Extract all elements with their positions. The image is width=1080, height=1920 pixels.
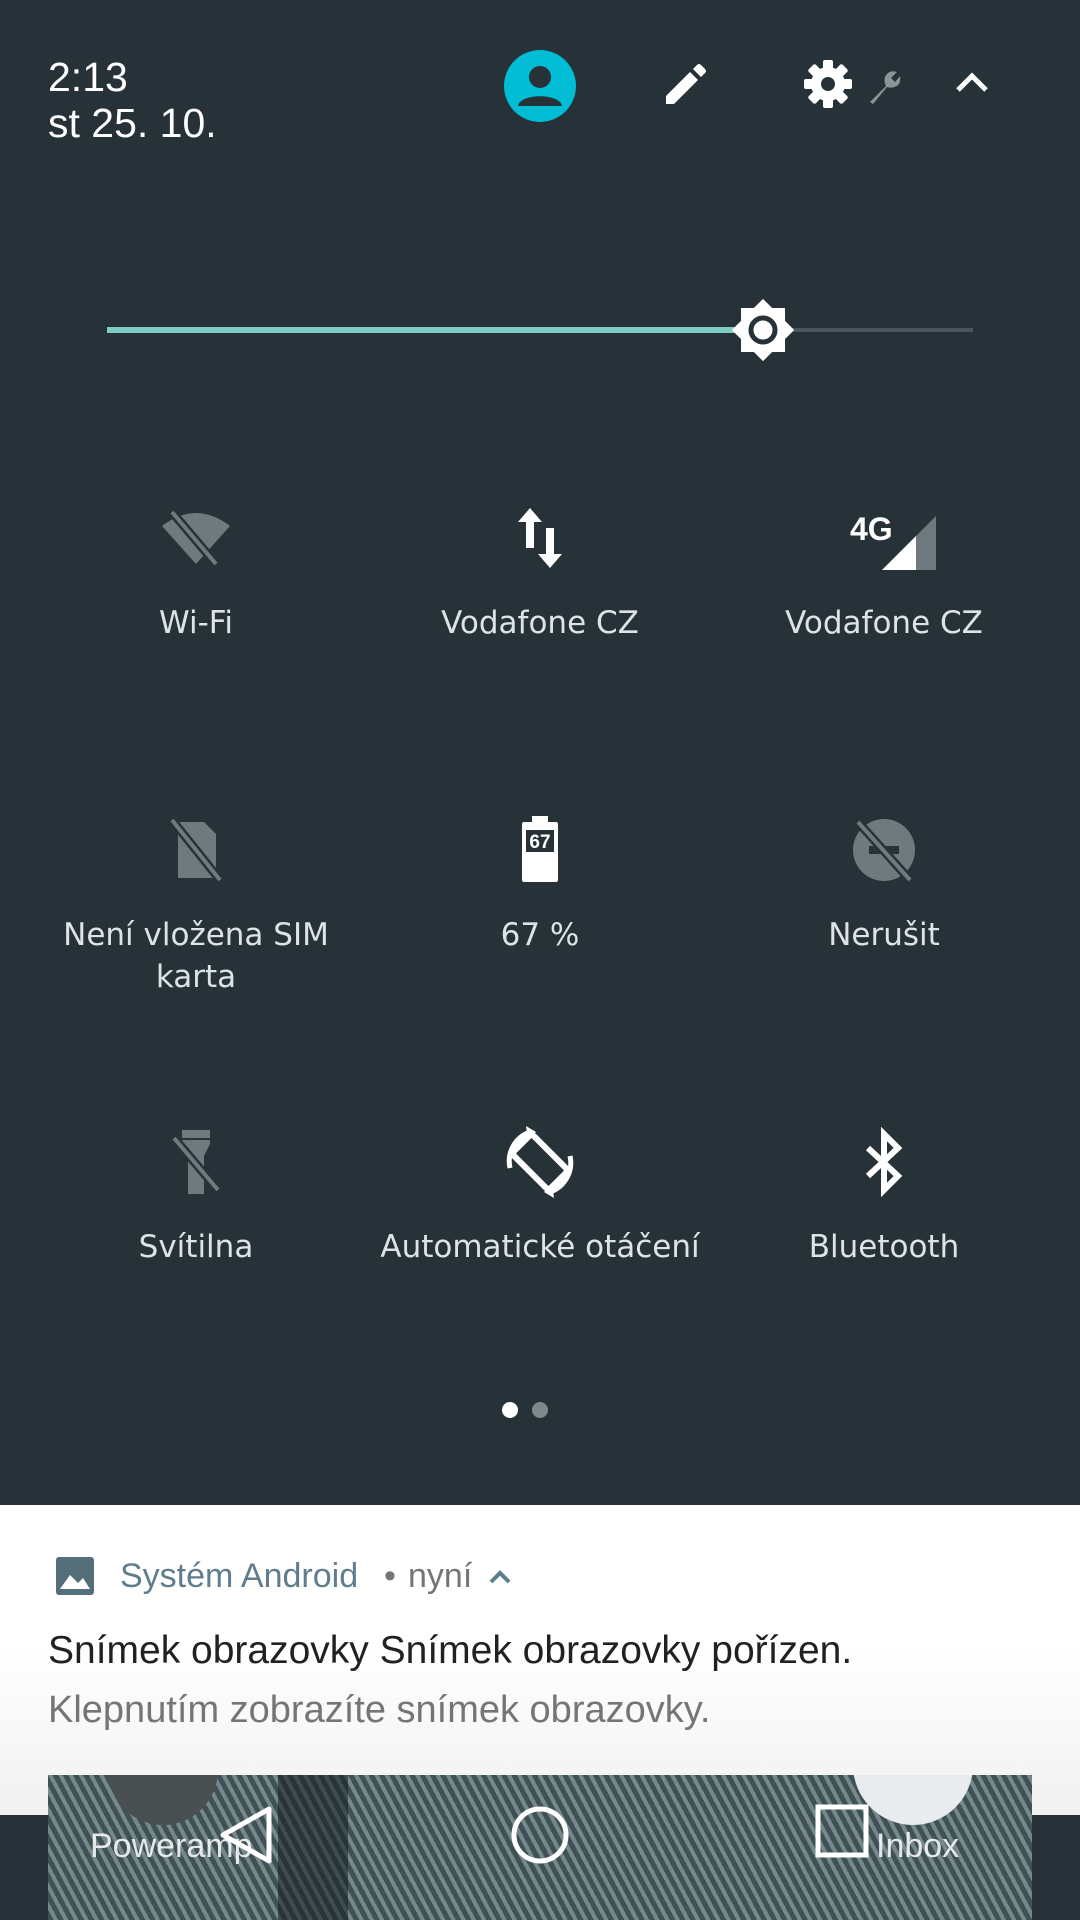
battery-level-badge: 67 [529,832,550,853]
tile-label: Wi-Fi [159,605,233,641]
notification-time: nyní [408,1557,473,1595]
notification-title: Snímek obrazovky Snímek obrazovky poříze… [48,1629,853,1672]
preview-shadow [278,1775,348,1920]
page-indicator[interactable] [502,1402,562,1418]
user-avatar-icon[interactable] [502,48,578,124]
wifi-off-icon [162,509,230,567]
tile-label: Není vložena SIM karta [63,917,329,995]
clock-time: 2:13 [48,54,128,100]
wrench-icon [870,71,901,104]
tile-label: Nerušit [828,917,940,953]
tile-label: Vodafone CZ [785,605,983,641]
expand-chevron-up-icon[interactable] [486,1565,514,1589]
tile-label: Automatické otáčení [380,1229,700,1265]
auto-rotate-icon [506,1126,574,1198]
do-not-disturb-off-icon [853,818,915,884]
edit-pencil-icon[interactable] [660,62,708,110]
settings-gear-icon[interactable] [800,56,856,112]
collapse-chevron-up-icon[interactable] [952,64,992,100]
notification-separator: • [384,1557,396,1595]
home-icon [511,1806,569,1864]
page-dot-active[interactable] [502,1402,518,1418]
date-label[interactable]: st 25. 10. [48,100,217,146]
cellular-signal-icon: 4G [850,511,936,570]
network-type-badge: 4G [850,511,893,547]
image-icon [56,1557,94,1595]
no-sim-icon [168,817,224,883]
screenshot-preview-image[interactable]: Poweramp Inbox [48,1775,1032,1920]
tile-label: Vodafone CZ [441,605,639,641]
battery-icon: 67 [522,816,558,882]
brightness-slider[interactable] [107,290,973,370]
quick-settings-panel: 2:13 st 25. 10. Wi-Fi Vodafone CZ 4G Vod… [0,0,1080,1505]
brightness-track-fill [107,327,763,333]
notification-app-name: Systém Android [120,1557,359,1595]
notification-body: Klepnutím zobrazíte snímek obrazovky. [48,1689,711,1731]
tile-label: Bluetooth [808,1229,960,1265]
tile-label: 67 % [500,917,580,953]
quick-settings-header: 2:13 st 25. 10. [0,0,1080,170]
preview-app-label-right: Inbox [876,1827,960,1865]
tile-label: Svítilna [138,1229,254,1265]
bluetooth-icon [865,1126,903,1198]
page-dot[interactable] [532,1402,548,1418]
brightness-thumb-icon[interactable] [723,290,803,370]
back-icon [220,1806,272,1864]
flashlight-off-icon [170,1130,222,1194]
screenshot-notification[interactable]: Systém Android • nyní Snímek obrazovky S… [0,1505,1080,1815]
mobile-data-icon [518,508,562,568]
recents-icon [815,1804,869,1858]
